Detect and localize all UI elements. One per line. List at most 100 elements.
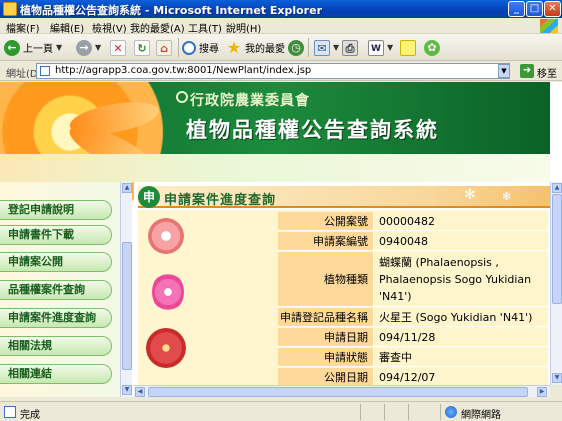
address-dropdown-icon[interactable]: ▼ — [498, 64, 510, 78]
go-button[interactable]: 移至 — [537, 65, 557, 80]
status-text: 完成 — [20, 410, 40, 421]
security-zone: 網際網路 — [440, 404, 560, 421]
field-label: 公開案號 — [278, 212, 374, 230]
org-name: 行政院農業委員會 — [190, 93, 310, 109]
field-label: 申請案編號 — [278, 232, 374, 250]
chevron-down-icon: ▼ — [333, 43, 340, 52]
site-banner: 行政院農業委員會 植物品種權公告查詢系統 — [0, 82, 550, 242]
print-button[interactable]: ⎙ — [342, 38, 358, 57]
menu-bar: 檔案(F) 編輯(E) 檢視(V) 我的最愛(A) 工具(T) 說明(H) — [0, 18, 562, 35]
sidebar-item-links[interactable]: 相關連結 — [0, 364, 112, 384]
stop-icon: ✕ — [110, 39, 126, 56]
field-label: 植物種類 — [278, 252, 374, 306]
sidebar-item-forms-download[interactable]: 申請書件下載 — [0, 225, 112, 245]
globe-icon — [445, 406, 457, 418]
menu-help[interactable]: 說明(H) — [226, 20, 261, 35]
sidebar-scrollbar[interactable]: ▲ ▼ — [120, 182, 132, 397]
main-content: 申 申請案件進度查詢 ✻ ✻ 公開案號 00000482 申請案編號 09400… — [134, 182, 550, 397]
content-scrollbar[interactable]: ▲ ▼ — [550, 182, 562, 385]
chevron-down-icon: ▼ — [56, 43, 63, 52]
close-button[interactable]: ✕ — [544, 1, 561, 17]
search-icon — [182, 40, 196, 55]
back-button[interactable]: ← 上一頁 ▼ — [4, 38, 62, 57]
scroll-down-icon[interactable]: ▼ — [122, 385, 132, 395]
snowflake-icon: ✻ — [464, 187, 476, 203]
snowflake-icon: ✻ — [502, 190, 512, 203]
refresh-icon: ↻ — [134, 39, 150, 56]
pink-flower-graphic — [148, 218, 184, 254]
history-button[interactable]: ◷ — [288, 38, 304, 57]
scroll-up-icon[interactable]: ▲ — [552, 183, 562, 193]
site-title: 植物品種權公告查詢系統 — [186, 118, 439, 142]
scroll-left-icon[interactable]: ◀ — [135, 387, 145, 397]
sidebar-item-registration-guide[interactable]: 登記申請說明 — [0, 200, 112, 220]
table-row: 公開案號 00000482 — [278, 212, 548, 231]
scroll-right-icon[interactable]: ▶ — [537, 387, 547, 397]
title-bar[interactable]: 植物品種權公告查詢系統 - Microsoft Internet Explore… — [0, 0, 562, 18]
menu-edit[interactable]: 編輯(E) — [50, 20, 84, 35]
menu-file[interactable]: 檔案(F) — [6, 20, 40, 35]
status-divider — [408, 404, 409, 420]
sidebar-item-regulations[interactable]: 相關法規 — [0, 336, 112, 356]
case-detail-table: 公開案號 00000482 申請案編號 0940048 植物種類 蝴蝶蘭 (Ph… — [138, 210, 548, 397]
field-label: 公開日期 — [278, 368, 374, 386]
sidebar-item-application-public[interactable]: 申請案公開 — [0, 252, 112, 272]
menu-view[interactable]: 檢視(V) — [92, 20, 127, 35]
horizontal-scrollbar[interactable]: ◀ ▶ — [134, 385, 550, 397]
scroll-down-icon[interactable]: ▼ — [552, 373, 562, 383]
page-done-icon — [4, 406, 16, 418]
home-button[interactable]: ⌂ — [156, 38, 172, 57]
menu-favorites[interactable]: 我的最愛(A) — [130, 20, 185, 35]
chevron-down-icon: ▼ — [95, 43, 102, 52]
star-icon: ★ — [226, 37, 242, 57]
history-icon: ◷ — [288, 39, 304, 56]
mail-icon: ✉ — [314, 39, 330, 56]
table-row: 申請案編號 0940048 — [278, 232, 548, 251]
scroll-up-icon[interactable]: ▲ — [122, 183, 132, 193]
field-value: 火星王 (Sogo Yukidian 'N41') — [374, 308, 548, 326]
sidebar-item-right-case-query[interactable]: 品種權案件查詢 — [0, 280, 112, 300]
field-label: 申請登記品種名稱 — [278, 308, 374, 326]
messenger-button[interactable]: ✿ — [424, 38, 440, 57]
favorites-button[interactable]: ★ 我的最愛 — [226, 38, 285, 57]
red-flower-graphic — [146, 328, 186, 368]
search-button[interactable]: 搜尋 — [182, 38, 219, 57]
sidebar-item-progress-query[interactable]: 申請案件進度查詢 — [0, 308, 112, 328]
table-row: 申請狀態 審查中 — [278, 348, 548, 367]
scroll-thumb[interactable] — [148, 387, 528, 397]
page-icon — [40, 66, 50, 76]
page-viewport: 行政院農業委員會 植物品種權公告查詢系統 登記申請說明 申請書件下載 申請案公開… — [0, 82, 562, 397]
stop-button[interactable]: ✕ — [110, 38, 126, 57]
field-value: 094/12/07 — [374, 368, 548, 386]
table-row: 申請日期 094/11/28 — [278, 328, 548, 347]
status-bar: 完成 網際網路 — [0, 401, 562, 421]
edit-button[interactable]: W ▼ — [368, 38, 393, 57]
back-arrow-icon: ← — [4, 39, 20, 56]
forward-arrow-icon: → — [76, 39, 92, 56]
menu-tools[interactable]: 工具(T) — [188, 20, 222, 35]
field-label: 申請狀態 — [278, 348, 374, 366]
scroll-thumb[interactable] — [552, 194, 562, 304]
messenger-icon: ✿ — [424, 39, 440, 56]
ie-icon — [3, 2, 17, 16]
maximize-button[interactable]: □ — [526, 1, 543, 17]
address-input[interactable]: http://agrapp3.coa.gov.tw:8001/NewPlant/… — [36, 63, 510, 79]
forward-button[interactable]: → ▼ — [76, 38, 101, 57]
flower-decoration — [138, 210, 278, 397]
status-divider — [360, 404, 361, 420]
scroll-thumb[interactable] — [122, 242, 132, 370]
magenta-flower-graphic — [152, 272, 184, 312]
windows-logo-icon — [540, 19, 558, 33]
discuss-button[interactable] — [400, 38, 416, 57]
toolbar: ← 上一頁 ▼ → ▼ ✕ ↻ ⌂ 搜尋 ★ 我的最愛 ◷ ✉ ▼ ⎙ W ▼ … — [0, 34, 562, 61]
address-bar: 網址(D) http://agrapp3.coa.gov.tw:8001/New… — [0, 61, 562, 81]
mail-button[interactable]: ✉ ▼ — [314, 38, 339, 57]
section-header: 申 申請案件進度查詢 ✻ ✻ — [138, 186, 550, 208]
go-arrow-icon[interactable]: ➜ — [520, 64, 534, 78]
search-label: 搜尋 — [199, 44, 219, 55]
refresh-button[interactable]: ↻ — [134, 38, 150, 57]
table-row: 申請登記品種名稱 火星王 (Sogo Yukidian 'N41') — [278, 308, 548, 327]
minimize-button[interactable]: _ — [508, 1, 525, 17]
note-icon — [400, 39, 416, 56]
field-value: 094/11/28 — [374, 328, 548, 346]
